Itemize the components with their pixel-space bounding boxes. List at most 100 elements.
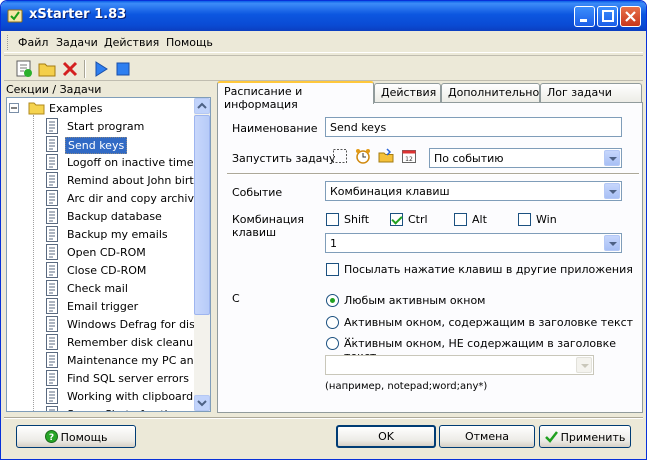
chevron-down-icon[interactable] xyxy=(604,183,620,199)
task-document-icon xyxy=(46,208,58,224)
alt-checkbox[interactable] xyxy=(454,213,467,226)
scroll-down-icon xyxy=(197,400,207,407)
svg-text:?: ? xyxy=(48,433,53,443)
collapse-icon[interactable] xyxy=(9,103,19,113)
tree-scrollbar[interactable] xyxy=(194,98,210,411)
help-button[interactable]: ? Помощь xyxy=(16,425,136,448)
task-document-icon xyxy=(46,226,58,242)
event-label: Событие xyxy=(232,186,283,199)
tree-root-label: Examples xyxy=(49,102,103,115)
tree-task-item[interactable]: Email trigger xyxy=(45,297,195,315)
radio-window-not-contains[interactable] xyxy=(326,337,339,350)
dotted-frame-icon[interactable] xyxy=(332,148,348,164)
tab-actions[interactable]: Действия xyxy=(374,83,441,103)
chevron-down-icon[interactable] xyxy=(604,235,620,251)
key-combo-label: Комбинация клавиш xyxy=(232,213,304,239)
tab-advanced[interactable]: Дополнительно xyxy=(441,83,540,103)
scroll-up-icon xyxy=(197,102,207,109)
shift-label: Shift xyxy=(344,213,370,226)
tree-task-item[interactable]: Start program xyxy=(45,117,195,135)
tree-task-item[interactable]: Check mail xyxy=(45,279,195,297)
minimize-button[interactable] xyxy=(574,6,595,27)
task-document-icon xyxy=(46,298,58,314)
tree-task-item[interactable]: Send keys xyxy=(45,135,195,154)
task-document-icon xyxy=(46,172,58,188)
send-other-apps-label: Посылать нажатие клавиш в другие приложе… xyxy=(344,263,633,276)
folder-icon xyxy=(28,102,45,115)
run-task-select[interactable]: По событию xyxy=(429,148,622,168)
ok-button[interactable]: OK xyxy=(336,425,436,448)
new-task-icon[interactable] xyxy=(15,60,33,78)
tree-task-item[interactable]: Remember disk cleanu... xyxy=(45,333,204,351)
tab-task-log[interactable]: Лог задачи xyxy=(540,83,642,103)
radio-any-window[interactable] xyxy=(326,294,339,307)
tree-task-label: Working with clipboard ... xyxy=(67,390,208,403)
scroll-thumb[interactable] xyxy=(194,115,210,315)
apply-button[interactable]: Применить xyxy=(539,425,631,448)
tree-task-item[interactable]: Working with clipboard ... xyxy=(45,387,207,405)
svg-text:12: 12 xyxy=(405,156,413,163)
toolbar-separator xyxy=(84,60,86,78)
delete-icon[interactable] xyxy=(61,60,79,78)
win-checkbox[interactable] xyxy=(518,213,531,226)
minimize-icon xyxy=(580,19,587,22)
tree-task-label: Send keys xyxy=(65,137,128,154)
tree-task-label: Backup database xyxy=(67,210,162,223)
tree-task-item[interactable]: Maintenance my PC an... xyxy=(45,351,204,369)
c-label: С xyxy=(232,292,240,305)
task-tree[interactable]: Examples Start program Send keys Logoff on… xyxy=(6,97,211,412)
maximize-button[interactable] xyxy=(597,6,618,27)
tab-schedule[interactable]: Расписание и информация xyxy=(217,81,374,111)
key-select[interactable]: 1 xyxy=(325,233,622,253)
title-bar[interactable]: xStarter 1.83 xyxy=(1,1,646,31)
task-document-icon xyxy=(46,118,58,134)
menu-tasks[interactable]: Задачи xyxy=(56,36,98,49)
scroll-down-button[interactable] xyxy=(194,395,210,411)
menu-actions[interactable]: Действия xyxy=(104,36,159,49)
ctrl-checkbox[interactable] xyxy=(390,213,403,226)
task-document-icon xyxy=(46,316,58,332)
menu-help[interactable]: Помощь xyxy=(166,36,213,49)
event-select[interactable]: Комбинация клавиш xyxy=(325,181,622,201)
pane-splitter[interactable] xyxy=(211,83,215,413)
maximize-icon xyxy=(602,10,614,22)
tree-task-item[interactable]: Logoff on inactive time xyxy=(45,153,195,171)
new-section-icon[interactable] xyxy=(38,60,56,78)
chevron-down-icon xyxy=(576,357,592,373)
app-window: xStarter 1.83 Файл Задачи Действия Помощ… xyxy=(0,0,647,460)
name-input[interactable]: Send keys xyxy=(325,117,622,137)
tree-task-item[interactable]: ScreenShot of active w... xyxy=(45,405,203,411)
tree-task-item[interactable]: Open CD-ROM xyxy=(45,243,195,261)
tree-task-item[interactable]: Windows Defrag for dis... xyxy=(45,315,205,333)
tree-task-item[interactable]: Backup database xyxy=(45,207,195,225)
alarm-clock-icon[interactable] xyxy=(355,148,371,164)
tree-task-item[interactable]: Backup my emails xyxy=(45,225,195,243)
task-document-icon xyxy=(46,406,58,411)
menu-bar: Файл Задачи Действия Помощь xyxy=(4,32,643,53)
task-document-icon xyxy=(46,244,58,260)
window-text-select[interactable] xyxy=(325,355,594,375)
name-label: Наименование xyxy=(232,122,318,135)
tree-task-item[interactable]: Arc dir and copy archive xyxy=(45,189,201,207)
chevron-down-icon[interactable] xyxy=(604,150,620,166)
send-other-apps-checkbox[interactable] xyxy=(326,263,339,276)
scroll-up-button[interactable] xyxy=(194,98,210,114)
shift-checkbox[interactable] xyxy=(326,213,339,226)
apply-button-label: Применить xyxy=(560,431,626,444)
task-document-icon xyxy=(46,334,58,350)
radio-window-contains[interactable] xyxy=(326,316,339,329)
bottom-divider xyxy=(4,417,643,419)
run-icon[interactable] xyxy=(92,60,110,78)
stop-icon[interactable] xyxy=(114,60,132,78)
close-icon xyxy=(625,11,636,22)
tree-task-item[interactable]: Close CD-ROM xyxy=(45,261,195,279)
calendar-icon[interactable]: 12 xyxy=(401,148,417,164)
tree-task-item[interactable]: Remind about John birt... xyxy=(45,171,204,189)
folder-event-icon[interactable] xyxy=(378,148,394,164)
close-button[interactable] xyxy=(620,6,641,27)
menu-file[interactable]: Файл xyxy=(18,36,48,49)
tree-task-label: Email trigger xyxy=(67,300,139,313)
alt-label: Alt xyxy=(472,213,487,226)
cancel-button[interactable]: Отмена xyxy=(439,425,535,448)
tree-task-item[interactable]: Find SQL server errors xyxy=(45,369,195,387)
